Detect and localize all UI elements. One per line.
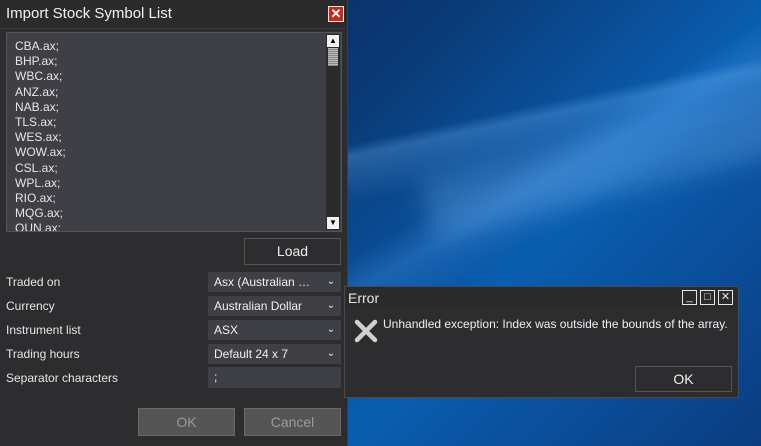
maximize-icon[interactable]: □ <box>700 290 715 305</box>
symbol-line: WPL.ax; <box>15 175 61 190</box>
scroll-thumb[interactable] <box>328 48 338 66</box>
symbol-line: WOW.ax; <box>15 145 66 160</box>
currency-label: Currency <box>6 299 55 313</box>
dialog-title: Import Stock Symbol List <box>6 5 172 22</box>
error-dialog: Error _ □ ✕ Unhandled exception: Index w… <box>344 286 739 398</box>
symbol-line: MQG.ax; <box>15 206 64 221</box>
symbol-line: NAB.ax; <box>15 99 60 114</box>
symbol-list-textarea[interactable]: CBA.ax; BHP.ax; WBC.ax; ANZ.ax; NAB.ax; TLS.a… <box>6 32 342 232</box>
traded-on-value: Asx (Australian St... <box>214 275 318 289</box>
error-x-icon <box>354 319 378 343</box>
vertical-scrollbar[interactable]: ▲ ▼ <box>326 34 340 230</box>
trading-hours-label: Trading hours <box>6 347 80 361</box>
separator-label: Separator characters <box>6 371 119 385</box>
load-button[interactable]: Load <box>244 238 341 265</box>
symbol-line: WBC.ax; <box>15 69 63 84</box>
chevron-down-icon: ⌄ <box>326 324 336 335</box>
ok-button[interactable]: OK <box>138 408 235 436</box>
currency-value: Australian Dollar <box>214 299 303 313</box>
close-icon[interactable]: ✕ <box>328 6 344 22</box>
symbol-lines: CBA.ax; BHP.ax; WBC.ax; ANZ.ax; NAB.ax; TLS.a… <box>15 39 66 232</box>
chevron-down-icon: ⌄ <box>326 276 336 287</box>
import-symbol-dialog: Import Stock Symbol List ✕ CBA.ax; BHP.ax… <box>0 0 348 446</box>
trading-hours-value: Default 24 x 7 <box>214 347 289 361</box>
symbol-line: RIO.ax; <box>15 190 56 205</box>
symbol-line: BHP.ax; <box>15 54 58 69</box>
error-message: Unhandled exception: Index was outside t… <box>383 317 728 331</box>
symbol-line: TLS.ax; <box>15 114 57 129</box>
instrument-list-label: Instrument list <box>6 323 81 337</box>
scroll-down-arrow-icon[interactable]: ▼ <box>327 217 339 229</box>
symbol-line: CBA.ax; <box>15 39 60 53</box>
chevron-down-icon: ⌄ <box>326 300 336 311</box>
symbol-line: WES.ax; <box>15 130 62 145</box>
instrument-list-select[interactable]: ASX ⌄ <box>208 320 341 340</box>
traded-on-select[interactable]: Asx (Australian St... ⌄ <box>208 272 341 292</box>
trading-hours-select[interactable]: Default 24 x 7 ⌄ <box>208 344 341 364</box>
dialog-titlebar[interactable]: Import Stock Symbol List ✕ <box>0 0 347 29</box>
currency-select[interactable]: Australian Dollar ⌄ <box>208 296 341 316</box>
symbol-line: ANZ.ax; <box>15 84 59 99</box>
scroll-up-arrow-icon[interactable]: ▲ <box>327 35 339 47</box>
minimize-icon[interactable]: _ <box>682 290 697 305</box>
error-ok-button[interactable]: OK <box>635 366 732 392</box>
error-title: Error <box>348 290 380 306</box>
cancel-button[interactable]: Cancel <box>244 408 341 436</box>
separator-input[interactable]: ; <box>208 367 341 388</box>
chevron-down-icon: ⌄ <box>326 348 336 359</box>
instrument-list-value: ASX <box>214 323 239 337</box>
symbol-line: CSL.ax; <box>15 160 58 175</box>
symbol-line: QUN.ax; <box>15 221 62 232</box>
traded-on-label: Traded on <box>6 275 61 289</box>
close-icon[interactable]: ✕ <box>718 290 733 305</box>
error-titlebar[interactable]: Error _ □ ✕ <box>345 287 738 308</box>
